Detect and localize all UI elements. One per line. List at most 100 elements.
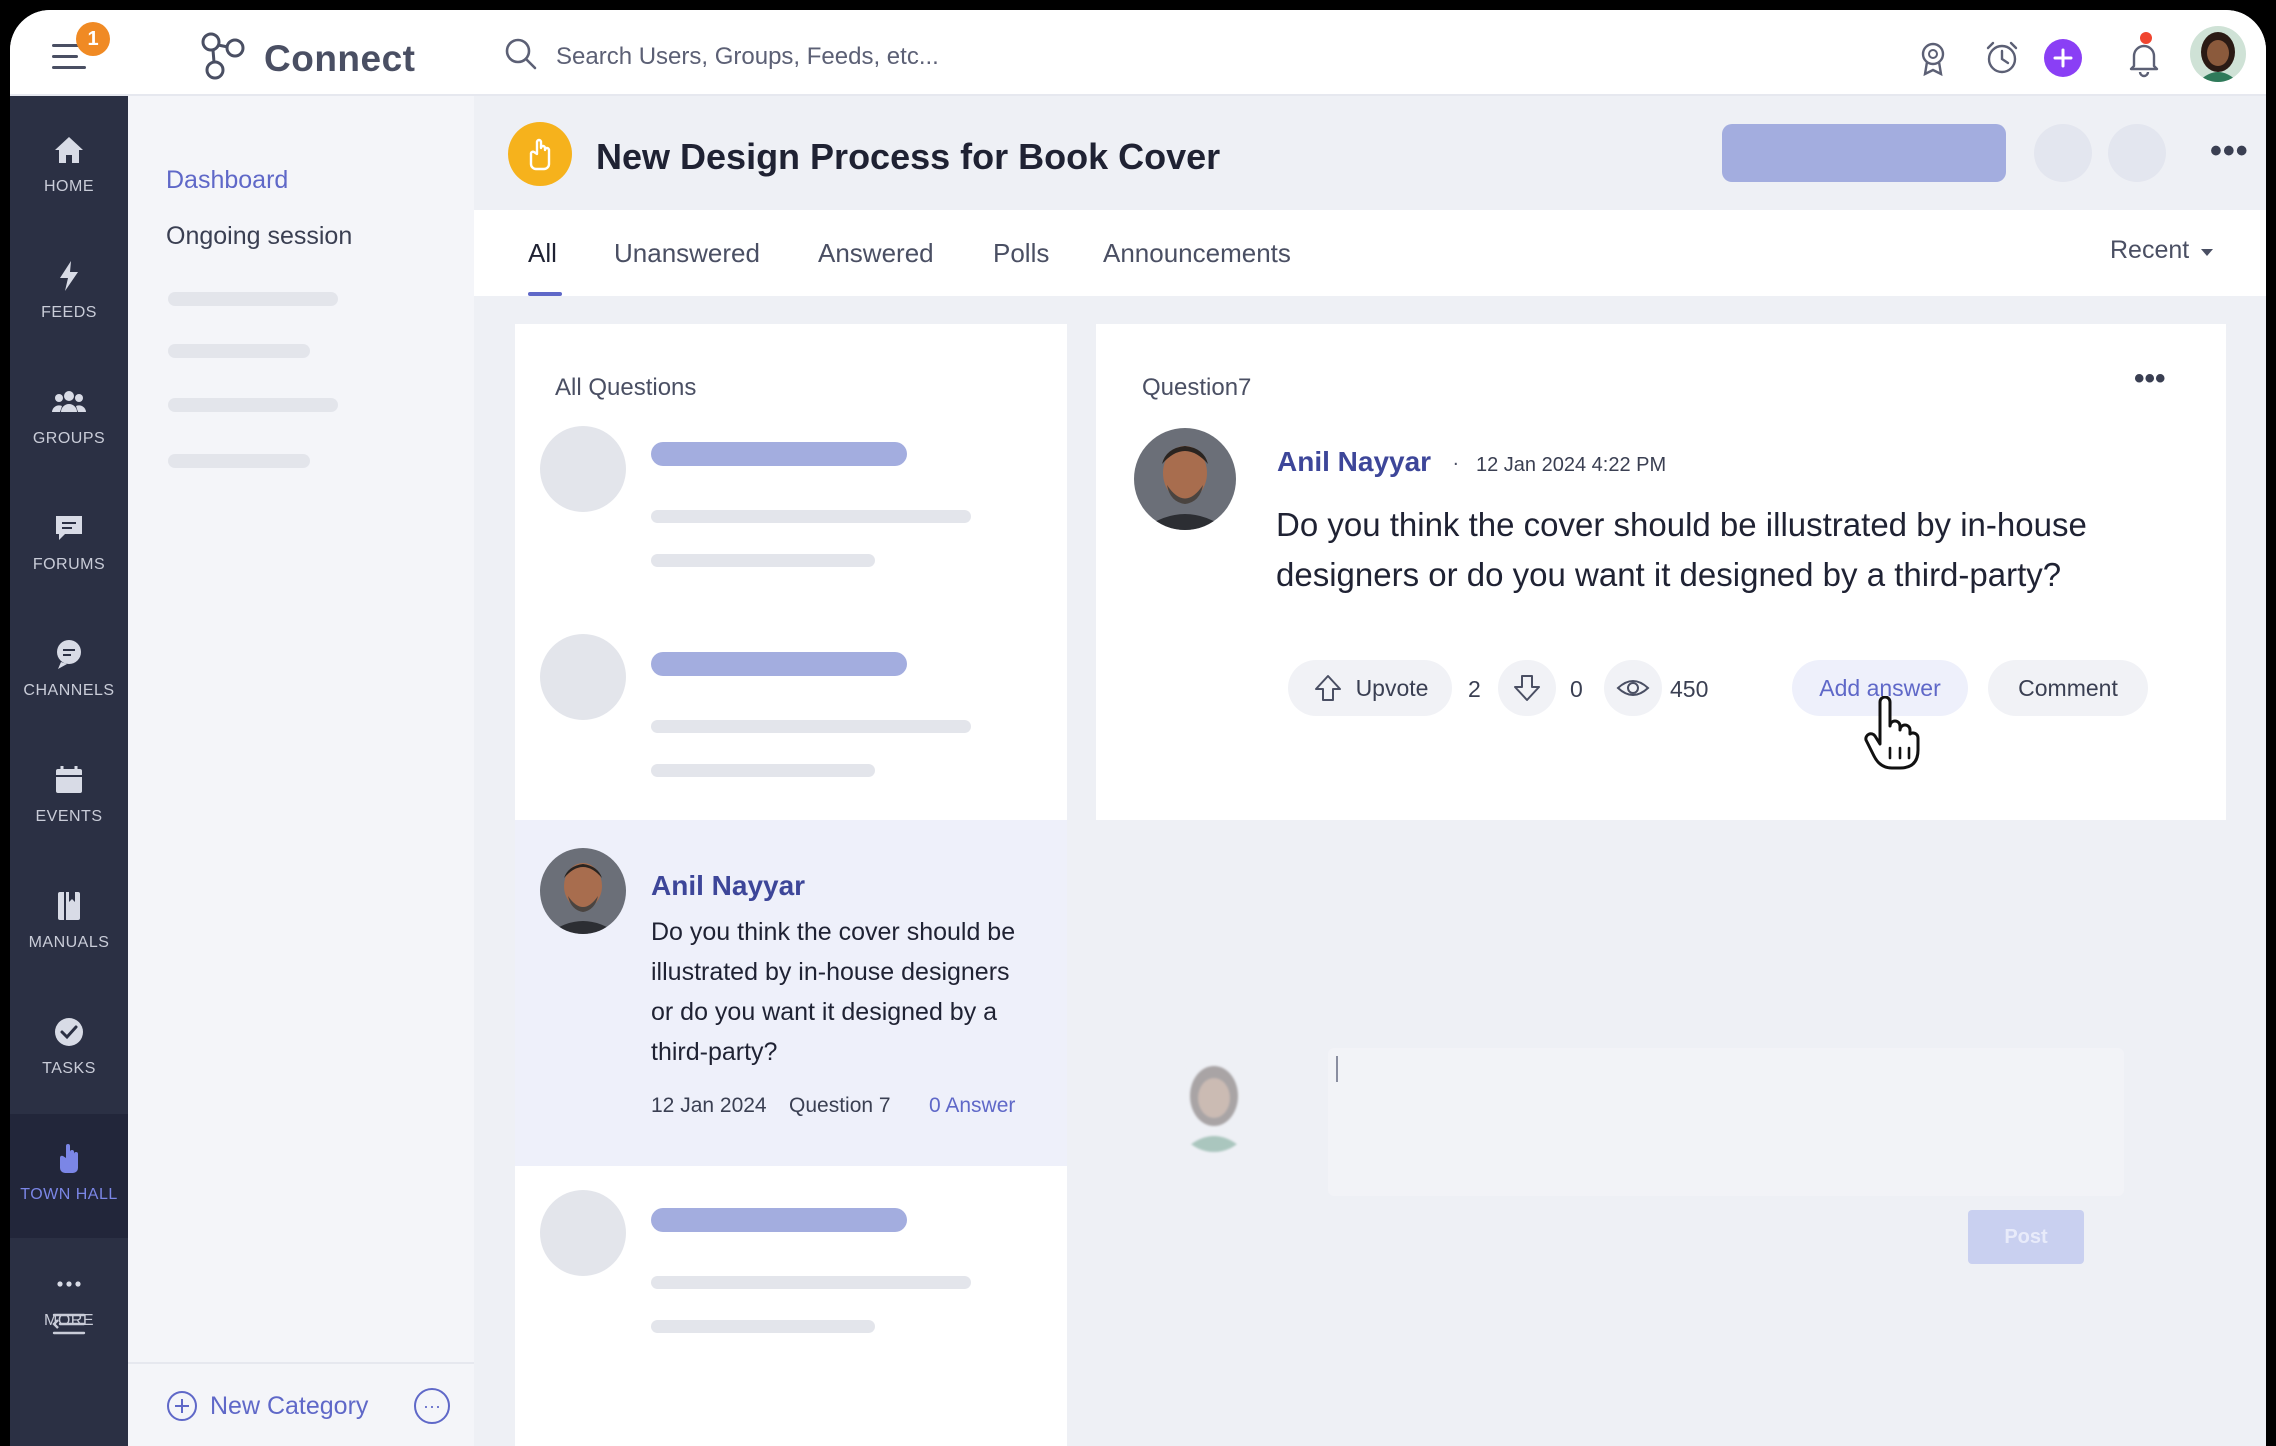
author-avatar xyxy=(540,848,626,934)
view-count: 450 xyxy=(1670,676,1709,702)
skeleton-line xyxy=(651,554,875,567)
skeleton-line xyxy=(651,442,907,466)
upvote-label: Upvote xyxy=(1355,674,1429,701)
search-input[interactable] xyxy=(556,40,1156,74)
comment-button[interactable]: Comment xyxy=(1988,660,2148,716)
nav-item-town-hall[interactable]: TOWN HALL xyxy=(10,1114,128,1238)
app-name: Connect xyxy=(264,38,416,79)
downvote-button[interactable] xyxy=(1498,660,1556,716)
question-author[interactable]: Anil Nayyar xyxy=(651,870,805,902)
skeleton-line xyxy=(651,1320,875,1333)
nav-item-groups[interactable]: GROUPS xyxy=(10,358,128,482)
meta-separator: . xyxy=(1453,448,1459,470)
hand-icon xyxy=(529,138,551,171)
tab-unanswered[interactable]: Unanswered xyxy=(614,238,760,269)
author-avatar[interactable] xyxy=(1134,428,1236,530)
eye-icon xyxy=(1616,680,1650,696)
bolt-icon xyxy=(60,261,78,291)
sort-label: Recent xyxy=(2110,236,2190,264)
app-window: 1 Connect Search Users, Groups, Feeds, e… xyxy=(10,10,2266,1446)
home-icon xyxy=(55,137,83,163)
bell-unread-dot xyxy=(2140,32,2152,44)
tab-all[interactable]: All xyxy=(528,238,557,269)
current-user-avatar xyxy=(1172,1056,1256,1152)
skeleton-line xyxy=(651,652,907,676)
arrow-down-icon xyxy=(1514,675,1540,701)
check-icon xyxy=(55,1018,83,1046)
views-indicator xyxy=(1604,660,1662,716)
tab-polls[interactable]: Polls xyxy=(993,238,1049,269)
nav-label: TASKS xyxy=(42,1060,96,1077)
connect-logo-icon xyxy=(201,32,245,80)
answer-input[interactable] xyxy=(1328,1048,2124,1196)
skeleton-avatar xyxy=(540,1190,626,1276)
nav-item-events[interactable]: EVENTS xyxy=(10,736,128,860)
skeleton-line xyxy=(168,344,310,358)
nav-label: GROUPS xyxy=(32,430,106,447)
skeleton-line xyxy=(651,764,875,777)
question-list-title: All Questions xyxy=(555,374,697,401)
skeleton-line xyxy=(168,292,338,306)
skeleton-line xyxy=(651,720,971,733)
header-avatar-placeholder xyxy=(2108,124,2166,182)
nav-label: TOWN HALL xyxy=(20,1186,118,1203)
more-icon xyxy=(57,1281,81,1287)
skeleton-line xyxy=(651,1208,907,1232)
category-more-button[interactable]: ··· xyxy=(414,1388,450,1424)
tab-answered[interactable]: Answered xyxy=(818,238,934,269)
skeleton-avatar xyxy=(540,634,626,720)
search-icon xyxy=(505,38,537,70)
question-number: Question 7 xyxy=(789,1094,891,1117)
hand-cursor-icon xyxy=(1864,696,1920,770)
question-author[interactable]: Anil Nayyar xyxy=(1277,446,1431,478)
nav-item-channels[interactable]: CHANNELS xyxy=(10,610,128,734)
skeleton-line xyxy=(651,1276,971,1289)
nav-label: CHANNELS xyxy=(23,682,115,699)
forum-icon xyxy=(56,516,82,540)
award-icon[interactable] xyxy=(1913,38,1953,78)
downvote-count: 0 xyxy=(1570,676,1583,702)
question-datetime: 12 Jan 2024 4:22 PM xyxy=(1476,454,1667,476)
skeleton-line xyxy=(168,454,310,468)
sidebar-item-ongoing-session[interactable]: Ongoing session xyxy=(166,222,352,251)
nav-label: MANUALS xyxy=(28,934,110,951)
active-tab-indicator xyxy=(528,292,562,296)
town-hall-badge xyxy=(508,122,572,186)
plus-circle-icon xyxy=(167,1391,197,1421)
sidebar-item-dashboard[interactable]: Dashboard xyxy=(166,166,288,195)
question-more-button[interactable]: ••• xyxy=(2134,362,2166,396)
upvote-button[interactable]: Upvote xyxy=(1288,660,1452,716)
nav-item-manuals[interactable]: MANUALS xyxy=(10,862,128,986)
notification-badge: 1 xyxy=(76,22,110,56)
create-button[interactable] xyxy=(2044,39,2082,77)
question-text: Do you think the cover should be illustr… xyxy=(1276,506,2087,593)
new-category-button[interactable]: New Category xyxy=(166,1390,368,1422)
nav-label: EVENTS xyxy=(35,808,103,825)
nav-item-tasks[interactable]: TASKS xyxy=(10,988,128,1112)
collapse-sidebar-icon[interactable] xyxy=(52,1312,86,1336)
upvote-count: 2 xyxy=(1468,676,1481,702)
answer-count-link[interactable]: 0 Answer xyxy=(929,1094,1015,1118)
nav-item-home[interactable]: HOME xyxy=(10,106,128,230)
header-action-placeholder[interactable] xyxy=(1722,124,2006,182)
text-caret xyxy=(1336,1056,1338,1082)
question-label: Question7 xyxy=(1142,374,1252,401)
header-more-button[interactable]: ••• xyxy=(2210,132,2249,171)
page-title: New Design Process for Book Cover xyxy=(596,136,1221,177)
arrow-up-icon xyxy=(1314,675,1341,701)
bell-icon[interactable] xyxy=(2124,38,2164,78)
nav-item-forums[interactable]: FORUMS xyxy=(10,484,128,608)
calendar-icon xyxy=(56,766,82,793)
post-button[interactable]: Post xyxy=(1968,1210,2084,1264)
skeleton-line xyxy=(168,398,338,412)
plus-icon xyxy=(2053,48,2073,68)
tab-announcements[interactable]: Announcements xyxy=(1103,238,1291,269)
nav-item-feeds[interactable]: FEEDS xyxy=(10,232,128,356)
nav-item-more[interactable]: MORE xyxy=(10,1240,128,1364)
skeleton-avatar xyxy=(540,426,626,512)
sort-dropdown[interactable]: Recent xyxy=(2110,236,2214,265)
header-avatar-placeholder xyxy=(2034,124,2092,182)
alarm-clock-icon[interactable] xyxy=(1982,38,2022,78)
user-avatar[interactable] xyxy=(2190,26,2246,82)
nav-label: HOME xyxy=(44,178,94,195)
